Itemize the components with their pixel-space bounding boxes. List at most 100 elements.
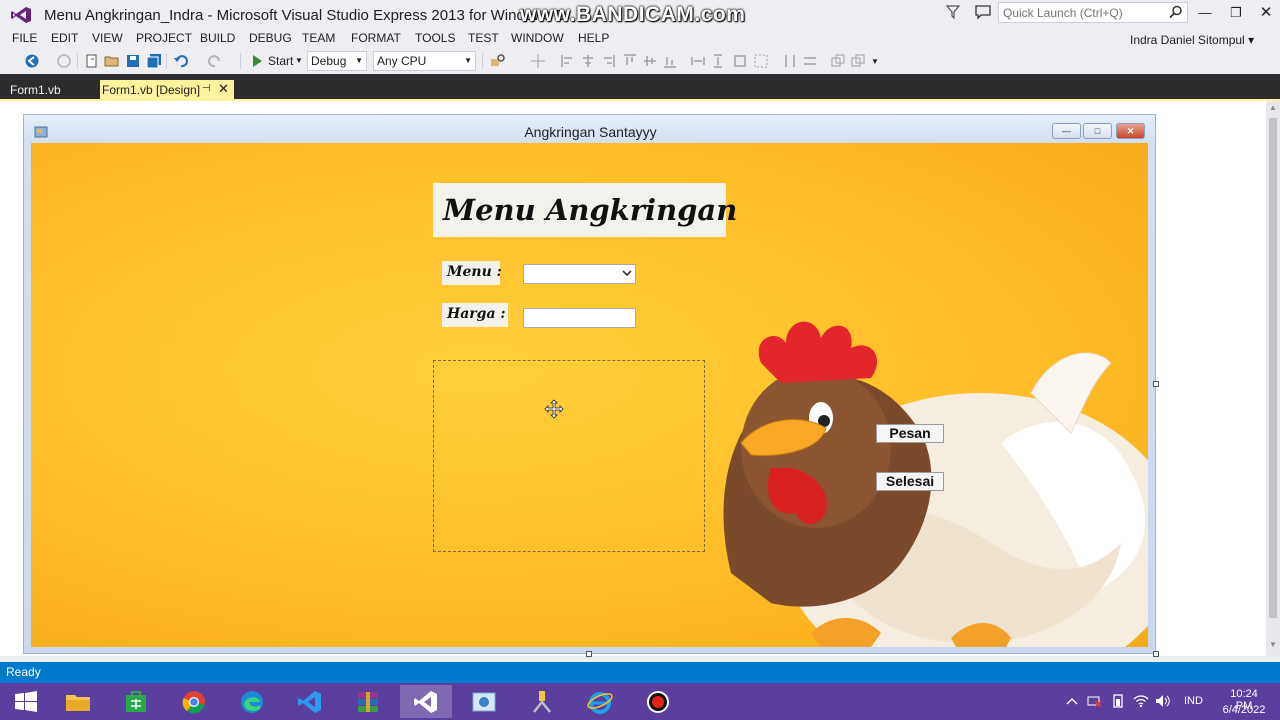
form-minimize-icon[interactable]: — (1052, 123, 1081, 139)
volume-icon[interactable] (1155, 694, 1171, 708)
close-tab-icon[interactable]: ✕ (218, 81, 229, 97)
pesan-button[interactable]: Pesan (876, 424, 944, 443)
form-client-area: Menu Angkringan Menu : Harga : Pesan Sel… (31, 143, 1148, 647)
redo-icon[interactable] (207, 53, 223, 69)
quick-launch-box[interactable] (998, 2, 1188, 23)
toolbar-overflow-icon[interactable]: ▼ (871, 57, 879, 66)
find-in-files-icon[interactable] (490, 53, 506, 69)
standard-toolbar: Start ▼ Debug ▼ Any CPU ▼ ▼ (0, 49, 1280, 74)
feedback-icon[interactable] (975, 5, 991, 20)
winrar-icon (358, 692, 378, 712)
notification-filter-icon[interactable] (946, 4, 960, 20)
menu-combobox[interactable] (523, 264, 636, 284)
taskbar-internet-explorer[interactable] (574, 685, 626, 718)
menu-project[interactable]: PROJECT (136, 31, 192, 45)
menu-debug[interactable]: DEBUG (249, 31, 292, 45)
restore-icon[interactable]: ❐ (1221, 4, 1251, 22)
start-icon (15, 691, 37, 712)
start-label[interactable]: Start (268, 54, 293, 68)
make-same-width-icon (691, 57, 705, 65)
align-rights-icon (604, 55, 615, 67)
resize-handle-right[interactable] (1153, 381, 1159, 387)
open-file-icon[interactable] (104, 53, 120, 69)
wifi-icon[interactable] (1133, 694, 1149, 708)
selesai-button[interactable]: Selesai (876, 472, 944, 491)
vscode-icon (298, 691, 321, 713)
start-debugging-icon[interactable] (249, 53, 265, 69)
menu-help[interactable]: HELP (578, 31, 609, 45)
form-close-icon[interactable]: ✕ (1116, 123, 1145, 139)
taskbar-bandicam[interactable] (632, 685, 684, 718)
start-button[interactable] (0, 685, 52, 718)
navigate-forward-icon[interactable] (56, 53, 72, 69)
scroll-down-icon[interactable]: ▼ (1266, 640, 1280, 652)
send-to-back-icon (851, 54, 865, 67)
chevron-down-icon[interactable] (622, 268, 632, 278)
form-caption: Angkringan Santayyy (524, 124, 657, 140)
new-project-icon[interactable] (84, 53, 100, 69)
taskbar-visual-studio[interactable] (400, 685, 452, 718)
quick-launch-input[interactable] (999, 3, 1164, 22)
save-icon[interactable] (125, 53, 141, 69)
edge-icon (241, 691, 263, 713)
minimize-icon[interactable]: — (1190, 4, 1220, 22)
menu-view[interactable]: VIEW (92, 31, 123, 45)
taskbar-chrome[interactable] (168, 685, 220, 718)
harga-textbox[interactable] (523, 308, 636, 328)
file-explorer-icon (66, 695, 90, 711)
network-disconnected-icon[interactable] (1086, 694, 1102, 708)
tab-form1-design[interactable]: Form1.vb [Design] ⊣ ✕ (100, 80, 234, 100)
form-maximize-icon[interactable]: □ (1083, 123, 1112, 139)
taskbar-store[interactable] (110, 685, 162, 718)
menu-test[interactable]: TEST (468, 31, 499, 45)
menu-build[interactable]: BUILD (200, 31, 235, 45)
menu-file[interactable]: FILE (12, 31, 37, 45)
close-icon[interactable]: ✕ (1251, 4, 1280, 22)
solution-platform-select[interactable]: Any CPU ▼ (373, 51, 476, 71)
undo-icon[interactable] (173, 53, 189, 69)
taskbar-winrar[interactable] (342, 685, 394, 718)
search-icon[interactable] (1169, 5, 1183, 19)
start-dropdown-icon[interactable]: ▼ (295, 56, 303, 65)
chrome-icon (182, 691, 205, 714)
battery-icon[interactable] (1110, 694, 1126, 708)
input-language-indicator[interactable]: IND (1184, 695, 1203, 707)
taskbar-photos[interactable] (458, 685, 510, 718)
user-name-label: Indra Daniel Sitompul (1130, 33, 1245, 47)
menu-format[interactable]: FORMAT (351, 31, 401, 45)
window-title: Menu Angkringan_Indra - Microsoft Visual… (44, 7, 567, 24)
resize-handle-corner[interactable] (1153, 651, 1159, 657)
align-to-grid-icon (531, 54, 545, 68)
save-all-icon[interactable] (146, 53, 162, 69)
menu-tools[interactable]: TOOLS (415, 31, 455, 45)
taskbar-edge[interactable] (226, 685, 278, 718)
store-icon (126, 691, 146, 712)
navigate-back-icon[interactable] (24, 53, 40, 69)
align-lefts-icon (561, 55, 572, 67)
clock-date[interactable]: 6/4/2022 (1219, 704, 1269, 716)
scroll-up-icon[interactable]: ▲ (1266, 103, 1280, 115)
make-same-size-icon (734, 55, 746, 67)
designed-form-window[interactable]: Angkringan Santayyy — □ ✕ Menu Angkringa… (23, 114, 1156, 654)
picture-box-selected[interactable] (433, 360, 705, 552)
chevron-down-icon: ▼ (355, 56, 363, 65)
photos-icon (472, 692, 496, 712)
user-account[interactable]: Indra Daniel Sitompul ▾ (1130, 33, 1254, 47)
menu-edit[interactable]: EDIT (51, 31, 78, 45)
tools-icon (533, 691, 551, 713)
taskbar-file-explorer[interactable] (52, 685, 104, 718)
menu-label: Menu : (442, 261, 502, 285)
solution-configuration-select[interactable]: Debug ▼ (307, 51, 367, 71)
show-hidden-icons-icon[interactable] (1064, 694, 1080, 708)
move-icon[interactable] (544, 399, 564, 419)
taskbar-vscode[interactable] (284, 685, 336, 718)
menu-window[interactable]: WINDOW (511, 31, 564, 45)
pin-icon[interactable]: ⊣ (202, 83, 211, 94)
resize-handle-bottom[interactable] (586, 651, 592, 657)
taskbar-tools[interactable] (516, 685, 568, 718)
scrollbar-thumb[interactable] (1269, 118, 1277, 618)
harga-label: Harga : (442, 303, 508, 327)
menu-team[interactable]: TEAM (302, 31, 335, 45)
tab-form1-code[interactable]: Form1.vb (4, 80, 67, 100)
chicken-illustration (723, 321, 1148, 647)
